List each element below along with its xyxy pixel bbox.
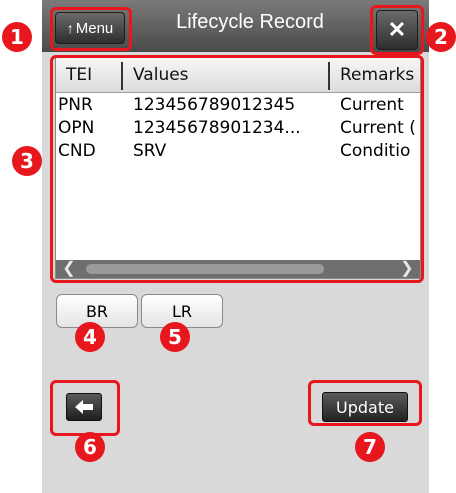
window-title: Lifecycle Record: [176, 11, 324, 33]
callout-badge-2: 2: [426, 22, 456, 52]
callout-highlight-close: [370, 5, 424, 55]
callout-badge-6: 6: [75, 432, 105, 462]
callout-highlight-table: [50, 55, 424, 283]
callout-badge-1: 1: [2, 22, 32, 52]
callout-highlight-menu: [50, 7, 132, 51]
callout-badge-3: 3: [12, 146, 42, 176]
callout-badge-7: 7: [355, 432, 385, 462]
callout-highlight-back: [50, 380, 120, 436]
callout-highlight-update: [308, 380, 422, 426]
callout-badge-4: 4: [75, 322, 105, 352]
callout-badge-5: 5: [160, 322, 190, 352]
